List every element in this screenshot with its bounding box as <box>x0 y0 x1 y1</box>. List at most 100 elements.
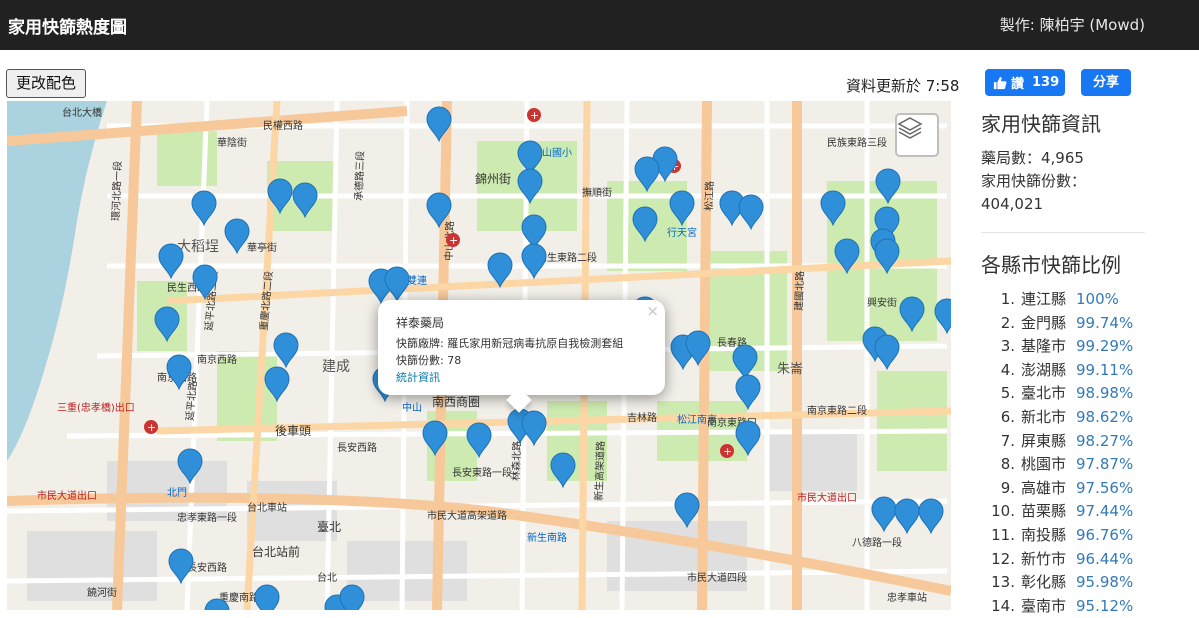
map-label: 台北大橋 <box>62 106 102 119</box>
map-label: 華陰街 <box>217 136 247 149</box>
change-color-button[interactable]: 更改配色 <box>6 69 86 98</box>
county-ratio-item: 9. 高雄市 97.56% <box>981 477 1151 501</box>
pharmacy-marker-icon[interactable] <box>339 584 365 610</box>
map-label: 市民大道出口 <box>797 491 857 504</box>
map-label: 朱崙 <box>777 362 803 377</box>
county-ratio-list: 1. 連江縣 100% 2. 金門縣 99.74% 3. 基隆市 99.29% 4. 澎湖縣 99.1… <box>981 288 1151 618</box>
county-name: 高雄市 <box>1021 478 1067 497</box>
county-ratio-item: 13. 彰化縣 95.98% <box>981 571 1151 595</box>
rank-number: 1. <box>1000 290 1015 308</box>
popup-store-name: 祥泰藥局 <box>396 316 445 330</box>
map-label: 忠孝東路一段 <box>177 511 237 524</box>
county-percent[interactable]: 98.62% <box>1076 408 1133 426</box>
app-title[interactable]: 家用快篩熱度圖 <box>8 13 127 38</box>
like-label: 讚 <box>1011 77 1025 92</box>
rank-number: 3. <box>1000 337 1015 356</box>
map-label: 松江路 <box>702 181 716 211</box>
sidebar: 家用快篩資訊 藥局數：4,965 家用快篩份數： 404,021 各縣市快篩比例… <box>981 108 1151 618</box>
kit-count-value: 404,021 <box>981 195 1044 213</box>
county-name: 連江縣 <box>1021 290 1067 308</box>
rank-number: 11. <box>991 525 1015 544</box>
svg-text:+: + <box>147 421 156 434</box>
county-ratio-item: 8. 桃園市 97.87% <box>981 453 1151 477</box>
facebook-share-button[interactable]: 分享 <box>1081 69 1131 96</box>
rank-number: 7. <box>1000 431 1015 450</box>
county-percent[interactable]: 98.27% <box>1076 432 1133 450</box>
map-label: 民權西路 <box>263 119 303 132</box>
map-label: 雙連 <box>407 274 427 287</box>
rank-number: 2. <box>1000 313 1015 332</box>
rank-number: 8. <box>1000 455 1015 474</box>
county-name: 屏東縣 <box>1021 431 1067 450</box>
top-navbar: 家用快篩熱度圖 製作: 陳柏宇 (Mowd) <box>0 0 1199 50</box>
county-percent[interactable]: 99.29% <box>1076 337 1133 355</box>
rank-number: 6. <box>1000 407 1015 426</box>
county-percent[interactable]: 97.87% <box>1076 455 1133 473</box>
popup-count-line: 快篩份數: 78 <box>396 354 462 367</box>
popup-stats-link[interactable]: 統計資訊 <box>396 369 647 386</box>
map-label: 民族東路三段 <box>827 136 887 149</box>
county-percent[interactable]: 95.12% <box>1076 597 1133 615</box>
svg-text:+: + <box>530 109 539 122</box>
county-percent[interactable]: 98.98% <box>1076 384 1133 402</box>
county-name: 金門縣 <box>1021 313 1067 332</box>
thumbs-up-icon <box>993 76 1007 89</box>
heat-map[interactable]: 台北大橋 環河北路一段 大稻埕 民生西路 南京西路 延平北路二段 重慶北路二段 … <box>7 101 951 610</box>
author-credit: 製作: 陳柏宇 (Mowd) <box>999 16 1145 34</box>
map-label: 饒河街 <box>87 586 117 599</box>
county-name: 基隆市 <box>1021 337 1067 356</box>
map-label: 台北 <box>317 571 337 584</box>
county-ratio-item: 1. 連江縣 100% <box>981 288 1151 312</box>
map-label: 北門 <box>167 487 187 499</box>
county-ratio-item: 6. 新北市 98.62% <box>981 406 1151 430</box>
map-label: 華亭街 <box>247 241 277 254</box>
county-percent[interactable]: 99.74% <box>1076 314 1133 332</box>
county-name: 新竹市 <box>1021 549 1067 568</box>
county-ratio-item: 3. 基隆市 99.29% <box>981 335 1151 359</box>
map-label: 八德路一段 <box>852 536 902 549</box>
county-percent[interactable]: 97.44% <box>1076 502 1133 520</box>
map-label: 台北站前 <box>252 544 300 559</box>
county-ratio-item: 2. 金門縣 99.74% <box>981 312 1151 336</box>
county-percent[interactable]: 96.76% <box>1076 526 1133 544</box>
county-percent[interactable]: 99.11% <box>1076 361 1133 379</box>
popup-close-button[interactable]: × <box>646 302 659 320</box>
county-name: 桃園市 <box>1021 455 1067 474</box>
county-ratio-item: 4. 澎湖縣 99.11% <box>981 359 1151 383</box>
county-name: 臺南市 <box>1021 596 1067 615</box>
county-percent[interactable]: 96.44% <box>1076 550 1133 568</box>
county-ratio-item: 11. 南投縣 96.76% <box>981 524 1151 548</box>
pharmacy-popup: 祥泰藥局 快篩廠牌: 羅氏家用新冠病毒抗原自我檢測套組 快篩份數: 78 統計資… <box>378 300 665 395</box>
info-heading: 家用快篩資訊 <box>981 112 1101 136</box>
divider <box>981 232 1145 233</box>
county-percent[interactable]: 97.56% <box>1076 479 1133 497</box>
facebook-like-button[interactable]: 讚 139 <box>985 69 1065 96</box>
map-label: 後車頭 <box>275 424 311 438</box>
county-percent[interactable]: 95.98% <box>1076 573 1133 591</box>
map-label: 忠孝車站 <box>887 591 927 604</box>
map-label: 臺北 <box>317 519 341 534</box>
map-label: 吉林路 <box>627 411 657 424</box>
svg-text:+: + <box>449 234 458 247</box>
map-label: 南京西路 <box>197 353 237 366</box>
county-ratio-item: 10. 苗栗縣 97.44% <box>981 500 1151 524</box>
popup-brand-line: 快篩廠牌: 羅氏家用新冠病毒抗原自我檢測套組 <box>396 337 624 350</box>
county-name: 澎湖縣 <box>1021 360 1067 379</box>
map-label: 新生南路 <box>527 531 567 544</box>
map-label: 台北車站 <box>247 501 287 514</box>
map-label: 建成 <box>322 359 350 375</box>
rank-number: 4. <box>1000 360 1015 379</box>
kit-count-label: 家用快篩份數： <box>981 172 1087 190</box>
county-name: 彰化縣 <box>1021 573 1067 592</box>
layers-icon <box>897 117 923 139</box>
layers-control-button[interactable] <box>895 113 939 157</box>
like-count: 139 <box>1032 75 1060 90</box>
map-label: 市民大道出口 <box>37 489 97 502</box>
pharmacy-marker-icon[interactable] <box>254 584 280 610</box>
update-time-text: 資料更新於 7:58 <box>846 77 960 95</box>
svg-text:+: + <box>723 445 732 458</box>
county-name: 苗栗縣 <box>1021 502 1067 521</box>
rank-number: 9. <box>1000 478 1015 497</box>
pharmacy-count: 藥局數：4,965 <box>981 149 1084 167</box>
county-percent[interactable]: 100% <box>1076 290 1119 308</box>
